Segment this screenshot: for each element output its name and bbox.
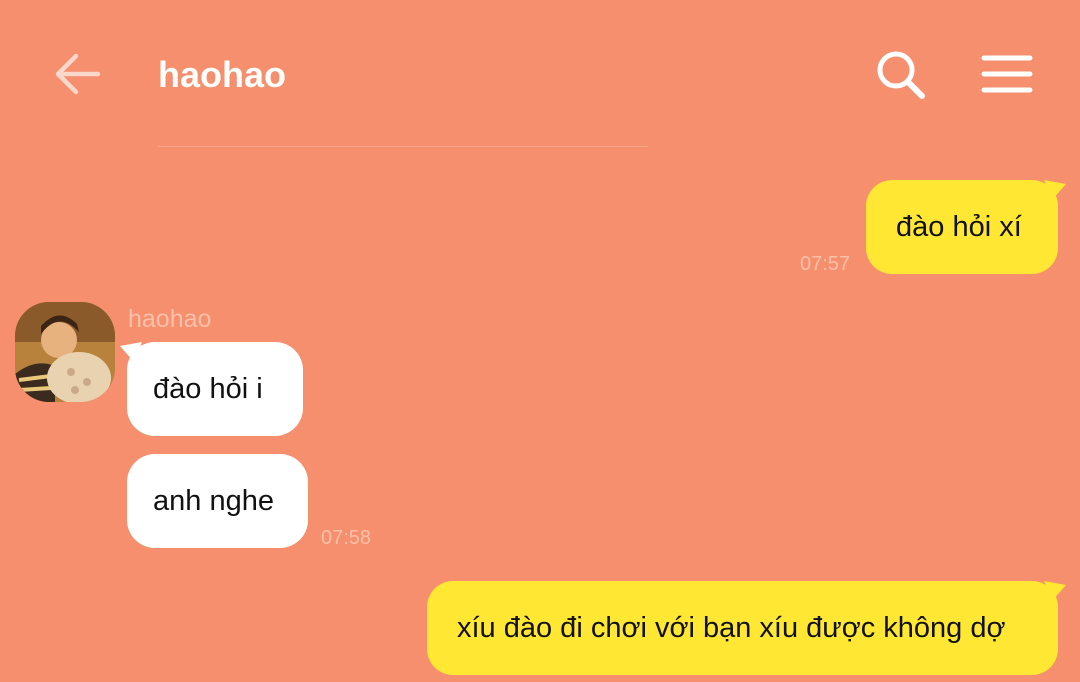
chat-screen: haohao 07:57 đào hỏi xí haohao đào hỏi i… [0, 0, 1080, 682]
my-message-bubble[interactable]: xíu đào đi chơi với bạn xíu được không d… [427, 581, 1058, 675]
menu-button[interactable] [980, 52, 1034, 98]
message-timestamp: 07:57 [800, 253, 851, 275]
sender-name: haohao [128, 305, 212, 333]
search-icon [877, 51, 925, 99]
back-button[interactable] [50, 50, 106, 100]
bubble-tail [1044, 581, 1066, 601]
my-message-bubble[interactable]: đào hỏi xí [866, 180, 1058, 274]
avatar-photo-icon [15, 302, 115, 402]
their-message-bubble[interactable]: đào hỏi i [127, 342, 303, 436]
header-divider [158, 146, 648, 147]
bubble-tail [120, 342, 142, 362]
search-button[interactable] [872, 48, 930, 102]
avatar[interactable] [15, 302, 115, 402]
hamburger-menu-icon [981, 55, 1033, 93]
their-message-bubble[interactable]: anh nghe [127, 454, 308, 548]
arrow-left-icon [55, 53, 101, 95]
message-timestamp: 07:58 [321, 527, 372, 549]
chat-title: haohao [158, 54, 287, 95]
bubble-tail [1044, 180, 1066, 200]
